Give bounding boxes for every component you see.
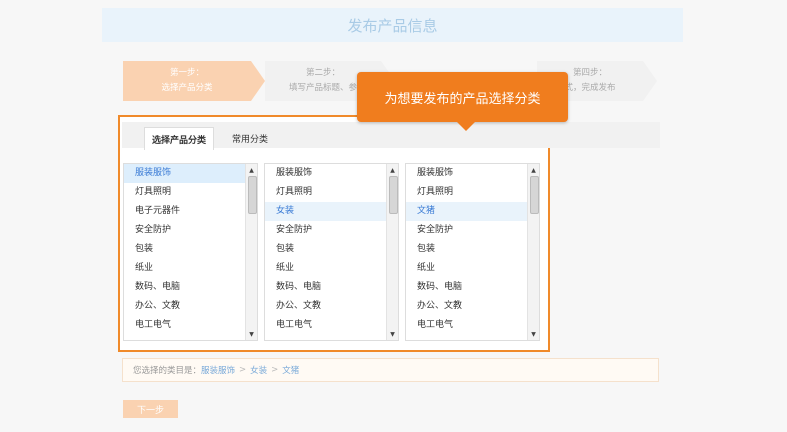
tooltip-callout: 为想要发布的产品选择分类: [357, 72, 568, 131]
list-item[interactable]: 包装: [124, 240, 257, 259]
list-item[interactable]: 安全防护: [124, 221, 257, 240]
list-item[interactable]: 纸业: [265, 259, 398, 278]
list-item[interactable]: 文猪: [406, 202, 539, 221]
category-list-level-2[interactable]: 服装服饰 灯具照明 女装 安全防护 包装 纸业 数码、电脑 办公、文教 电工电气…: [264, 163, 399, 341]
list-item[interactable]: 灯具照明: [265, 183, 398, 202]
scrollbar[interactable]: ▲ ▼: [527, 164, 539, 340]
list-item[interactable]: 电工电气: [406, 316, 539, 335]
scroll-up-arrow-icon[interactable]: ▲: [528, 166, 539, 174]
scroll-down-arrow-icon[interactable]: ▼: [528, 330, 539, 338]
list-item[interactable]: 纸业: [406, 259, 539, 278]
step-1-label: 选择产品分类: [161, 83, 213, 93]
scrollbar-thumb[interactable]: [530, 176, 539, 214]
list-item[interactable]: 安全防护: [265, 221, 398, 240]
list-item[interactable]: 包装: [406, 240, 539, 259]
tab-common-category[interactable]: 常用分类: [226, 127, 274, 149]
category-list-level-1[interactable]: 服装服饰 灯具照明 电子元器件 安全防护 包装 纸业 数码、电脑 办公、文教 电…: [123, 163, 258, 341]
step-4-number: 第四步：: [572, 68, 607, 78]
step-1: 第一步： 选择产品分类: [123, 61, 265, 101]
tooltip-text: 为想要发布的产品选择分类: [384, 91, 541, 107]
list-item[interactable]: 服装服饰: [265, 164, 398, 183]
breadcrumb-separator-icon: >: [239, 365, 247, 375]
step-2-label: 填写产品标题、参: [288, 83, 357, 93]
list-item[interactable]: 办公、文教: [124, 297, 257, 316]
breadcrumb-item[interactable]: 女装: [250, 364, 267, 376]
selected-category-label: 您选择的类目是：: [133, 366, 202, 376]
breadcrumb-item[interactable]: 文猪: [282, 364, 299, 376]
tab-bar: 选择产品分类 常用分类: [122, 122, 660, 150]
list-item[interactable]: 办公、文教: [406, 297, 539, 316]
list-item[interactable]: 女装: [265, 202, 398, 221]
list-item[interactable]: 电工电气: [265, 316, 398, 335]
scrollbar-thumb[interactable]: [389, 176, 398, 214]
list-item[interactable]: 服装服饰: [124, 164, 257, 183]
breadcrumb-item[interactable]: 服装服饰: [201, 364, 235, 376]
category-panel: 选择产品分类 常用分类 服装服饰 灯具照明 电子元器件 安全防护 包装 纸业 数…: [118, 115, 660, 352]
list-item[interactable]: 数码、电脑: [406, 278, 539, 297]
list-item[interactable]: 电工电气: [124, 316, 257, 335]
list-item[interactable]: 办公、文教: [265, 297, 398, 316]
list-item[interactable]: 服装服饰: [406, 164, 539, 183]
scroll-down-arrow-icon[interactable]: ▼: [246, 330, 257, 338]
list-item[interactable]: 包装: [265, 240, 398, 259]
next-step-button[interactable]: 下一步: [123, 400, 178, 418]
scrollbar-thumb[interactable]: [248, 176, 257, 214]
scroll-up-arrow-icon[interactable]: ▲: [387, 166, 398, 174]
scroll-down-arrow-icon[interactable]: ▼: [387, 330, 398, 338]
scrollbar[interactable]: ▲ ▼: [245, 164, 257, 340]
page-title: 发布产品信息: [347, 16, 438, 35]
tab-select-category[interactable]: 选择产品分类: [144, 127, 214, 150]
scrollbar[interactable]: ▲ ▼: [386, 164, 398, 340]
list-item[interactable]: 安全防护: [406, 221, 539, 240]
scroll-up-arrow-icon[interactable]: ▲: [246, 166, 257, 174]
list-item[interactable]: 数码、电脑: [124, 278, 257, 297]
breadcrumb-separator-icon: >: [271, 365, 279, 375]
list-item[interactable]: 纸业: [124, 259, 257, 278]
page-header: 发布产品信息: [102, 8, 683, 42]
list-item[interactable]: 灯具照明: [406, 183, 539, 202]
step-1-number: 第一步：: [169, 68, 204, 78]
step-4-label: 式，完成发布: [564, 83, 616, 93]
selected-category-path: 您选择的类目是： 服装服饰 > 女装 > 文猪: [122, 358, 659, 382]
category-list-level-3[interactable]: 服装服饰 灯具照明 文猪 安全防护 包装 纸业 数码、电脑 办公、文教 电工电气…: [405, 163, 540, 341]
list-item[interactable]: 灯具照明: [124, 183, 257, 202]
list-item[interactable]: 电子元器件: [124, 202, 257, 221]
list-item[interactable]: 数码、电脑: [265, 278, 398, 297]
step-2-number: 第二步：: [305, 68, 340, 78]
